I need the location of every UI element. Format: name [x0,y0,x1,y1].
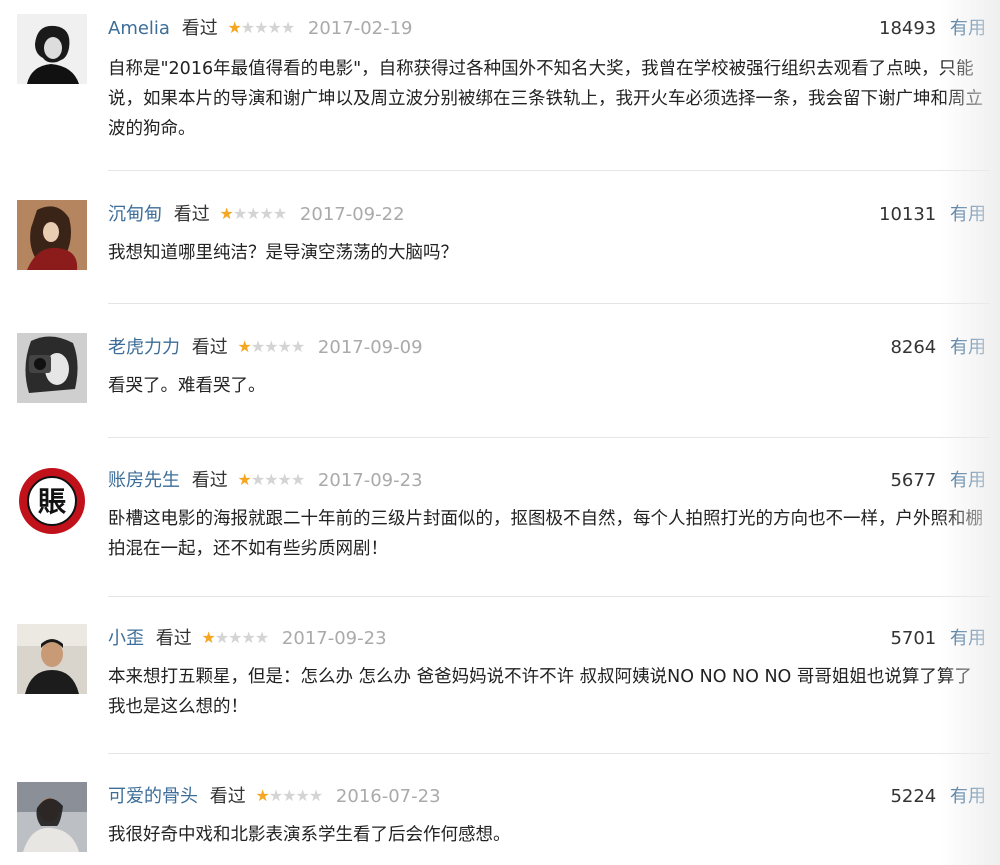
vote-area: 18493 有用 [879,14,986,44]
comment-header: 小歪 看过 ★★★★★ 2017-09-23 [108,624,387,654]
useful-button[interactable]: 有用 [950,628,986,649]
comment-text: 自称是"2016年最值得看的电影"，自称获得过各种国外不知名大奖，我曾在学校被强… [108,59,983,139]
comment-header: 沉甸甸 看过 ★★★★★ 2017-09-22 [108,200,405,230]
vote-count: 5677 [890,470,937,491]
comment-text: 看哭了。难看哭了。 [108,376,266,396]
vote-area: 5224 有用 [890,782,986,812]
avatar[interactable] [17,200,87,270]
avatar[interactable] [17,333,87,403]
watch-status: 看过 [191,337,228,358]
useful-button[interactable]: 有用 [950,470,986,491]
avatar[interactable] [17,624,87,694]
vote-count: 10131 [879,204,937,225]
rating-stars: ★★★★★ [237,337,305,356]
vote-area: 8264 有用 [890,333,986,363]
username-link[interactable]: 账房先生 [108,470,180,491]
comment-header: 账房先生 看过 ★★★★★ 2017-09-23 [108,466,423,496]
comment-date: 2017-09-22 [299,204,405,225]
avatar[interactable]: 賬 [17,466,87,536]
divider [108,437,990,438]
vote-count: 18493 [879,18,937,39]
avatar[interactable] [17,14,87,84]
comment-date: 2017-02-19 [307,18,413,39]
rating-stars: ★★★★★ [255,786,323,805]
vote-count: 5224 [890,786,937,807]
useful-button[interactable]: 有用 [950,204,986,225]
vote-count: 5701 [890,628,937,649]
comment-date: 2017-09-23 [281,628,387,649]
comment-date: 2017-09-09 [317,337,423,358]
comment-text: 我想知道哪里纯洁？是导演空荡荡的大脑吗？ [108,243,458,263]
username-link[interactable]: 沉甸甸 [108,204,162,225]
rating-stars: ★★★★★ [201,628,269,647]
watch-status: 看过 [181,18,218,39]
divider [108,170,990,171]
avatar[interactable] [17,782,87,852]
rating-stars: ★★★★★ [219,204,287,223]
watch-status: 看过 [173,204,210,225]
watch-status: 看过 [209,786,246,807]
divider [108,596,990,597]
comment-date: 2016-07-23 [335,786,441,807]
username-link[interactable]: 老虎力力 [108,337,180,358]
avatar-seal-glyph: 賬 [38,485,66,518]
rating-stars: ★★★★★ [227,18,295,37]
comment-text: 我很好奇中戏和北影表演系学生看了后会作何感想。 [108,825,511,845]
username-link[interactable]: 可爱的骨头 [108,786,198,807]
vote-area: 5701 有用 [890,624,986,654]
useful-button[interactable]: 有用 [950,18,986,39]
comment-text: 卧槽这电影的海报就跟二十年前的三级片封面似的，抠图极不自然，每个人拍照打光的方向… [108,509,983,559]
username-link[interactable]: Amelia [108,18,170,39]
username-link[interactable]: 小歪 [108,628,144,649]
comment-header: 老虎力力 看过 ★★★★★ 2017-09-09 [108,333,423,363]
vote-area: 10131 有用 [879,200,986,230]
comment-header: 可爱的骨头 看过 ★★★★★ 2016-07-23 [108,782,441,812]
useful-button[interactable]: 有用 [950,786,986,807]
divider [108,303,990,304]
divider [108,753,990,754]
watch-status: 看过 [191,470,228,491]
vote-count: 8264 [890,337,937,358]
vote-area: 5677 有用 [890,466,986,496]
comment-header: Amelia 看过 ★★★★★ 2017-02-19 [108,14,413,44]
comment-date: 2017-09-23 [317,470,423,491]
useful-button[interactable]: 有用 [950,337,986,358]
watch-status: 看过 [155,628,192,649]
comment-text: 本来想打五颗星，但是：怎么办 怎么办 爸爸妈妈说不许不许 叔叔阿姨说NO NO … [108,667,972,717]
rating-stars: ★★★★★ [237,470,305,489]
